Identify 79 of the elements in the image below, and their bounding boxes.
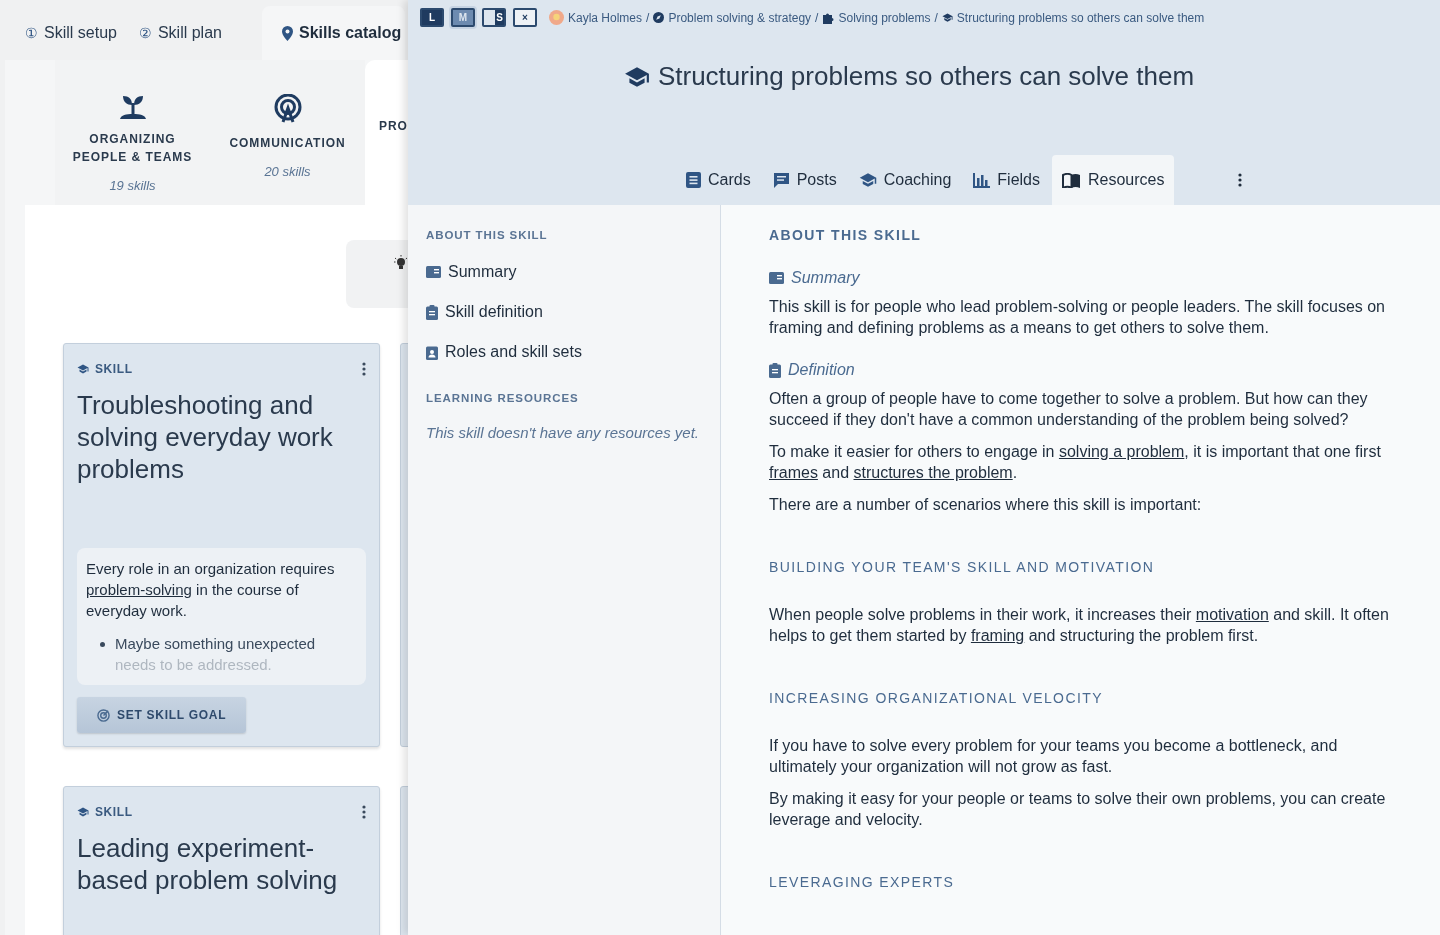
broadcast-icon: [272, 94, 303, 124]
panel-title: Structuring problems so others can solve them: [657, 60, 1195, 93]
body-text: To make it easier for others to engage in solving a problem, it is important that one first frames and structures the problem.: [769, 442, 1382, 483]
mortarboard-icon: [941, 12, 953, 23]
subsection-heading: Summary: [791, 268, 860, 288]
section-heading: LEVERAGING EXPERTS: [769, 873, 956, 892]
description-text: Every role in an organization requires problem-solving in the course of everyday work.: [86, 559, 336, 621]
text-link[interactable]: structures the problem: [853, 464, 1013, 481]
breadcrumb-link[interactable]: Kayla Holmes: [568, 8, 643, 27]
bar-chart-icon: [973, 172, 991, 188]
section-heading: ABOUT THIS SKILL: [769, 226, 923, 245]
text-link[interactable]: framing: [970, 627, 1025, 644]
map-pin-icon: [281, 25, 293, 41]
bullet-text: Maybe something unexpected needs to be addressed.: [115, 634, 317, 675]
size-button[interactable]: L: [420, 8, 444, 27]
skill-title: Troubleshooting and solving everyday work problems: [77, 389, 334, 485]
category-tab[interactable]: PRO: [365, 60, 408, 205]
set-goal-button[interactable]: SET SKILL GOAL: [77, 697, 247, 733]
body-text: Often a group of people have to come together to solve a problem. But how can they succeed if they don't have a common understanding of the problem being solved?: [769, 389, 1369, 430]
skill-tag: SKILL: [95, 360, 133, 378]
section-heading: INCREASING ORGANIZATIONAL VELOCITY: [769, 689, 1104, 708]
card-icon: [769, 272, 784, 284]
breadcrumb-link[interactable]: Solving problems: [838, 8, 931, 27]
nav-heading: LEARNING RESOURCES: [426, 391, 580, 407]
close-button[interactable]: ×: [513, 8, 537, 27]
sprout-icon: [117, 94, 148, 120]
book-icon: [1062, 172, 1081, 188]
breadcrumb-separator: /: [934, 9, 938, 27]
subsection-heading: Definition: [788, 360, 855, 380]
breadcrumb-link[interactable]: Structuring problems so others can solve them: [956, 8, 1205, 27]
section-tab[interactable]: Resources: [1052, 155, 1175, 205]
text-link[interactable]: frames: [769, 464, 818, 481]
target-icon: [97, 708, 110, 722]
breadcrumb-separator: /: [815, 9, 819, 27]
page-tab[interactable]: Skills catalog: [261, 6, 406, 60]
section-tab[interactable]: Fields: [963, 155, 1050, 205]
page-tab[interactable]: ① Skill setup: [25, 6, 139, 60]
text-link[interactable]: problem-solving: [86, 581, 192, 598]
puzzle-icon: [822, 11, 835, 24]
skill-tag: SKILL: [95, 803, 133, 821]
mortarboard-icon: [858, 171, 877, 189]
more-icon[interactable]: [362, 805, 366, 819]
clipboard-icon: [769, 362, 781, 378]
more-icon[interactable]: [1238, 173, 1243, 187]
text-link[interactable]: motivation: [1195, 606, 1269, 623]
section-tab[interactable]: Coaching: [848, 155, 962, 205]
document-icon: [686, 172, 701, 188]
size-button[interactable]: S: [482, 8, 506, 27]
skill-card[interactable]: SKILL Leading experiment-based problem solving: [63, 786, 380, 935]
lightbulb-icon: [394, 255, 408, 271]
nav-link[interactable]: Skill definition: [426, 292, 720, 333]
breadcrumb-link[interactable]: Problem solving & strategy: [668, 8, 812, 27]
nav-heading: ABOUT THIS SKILL: [426, 228, 549, 243]
body-text: By making it easy for your people or teams to solve their own problems, you can create leverage and velocity.: [769, 789, 1387, 830]
text-link[interactable]: solving a problem: [1058, 443, 1185, 460]
section-tab[interactable]: Posts: [762, 155, 847, 205]
body-text: There are a number of scenarios where this skill is important:: [769, 495, 1203, 515]
clipboard-icon: [426, 304, 438, 320]
compass-icon: [653, 12, 665, 23]
section-tab[interactable]: Cards: [676, 155, 761, 205]
empty-message: This skill doesn't have any resources yet.: [426, 422, 700, 443]
skill-card[interactable]: [63, 343, 380, 747]
mortarboard-icon: [77, 806, 89, 818]
avatar-icon: [549, 10, 564, 25]
more-icon[interactable]: [362, 362, 366, 376]
skill-title: Leading experiment-based problem solving: [77, 832, 339, 896]
section-heading: BUILDING YOUR TEAM'S SKILL AND MOTIVATION: [769, 558, 1156, 577]
message-icon: [772, 171, 790, 189]
card-icon: [426, 266, 441, 279]
breadcrumb-separator: /: [646, 9, 650, 27]
body-text: This skill is for people who lead problem-solving or people leaders. The skill focuses on framing and defining problems as a means to get others to solve them.: [769, 297, 1386, 338]
bullet-icon: [100, 642, 105, 647]
nav-link[interactable]: Roles and skill sets: [426, 332, 720, 373]
body-text: If you have to solve every problem for your teams you become a bottleneck, and ultimately your organization will not grow as fast.: [769, 736, 1339, 777]
nav-link[interactable]: Summary: [426, 252, 720, 293]
mortarboard-icon: [77, 363, 89, 375]
body-text: When people solve problems in their work, it increases their motivation and skill. It often helps to get them started by framing and structuring the problem first.: [769, 605, 1390, 646]
id-badge-icon: [426, 344, 438, 360]
page-tab[interactable]: ② Skill plan: [138, 6, 244, 60]
